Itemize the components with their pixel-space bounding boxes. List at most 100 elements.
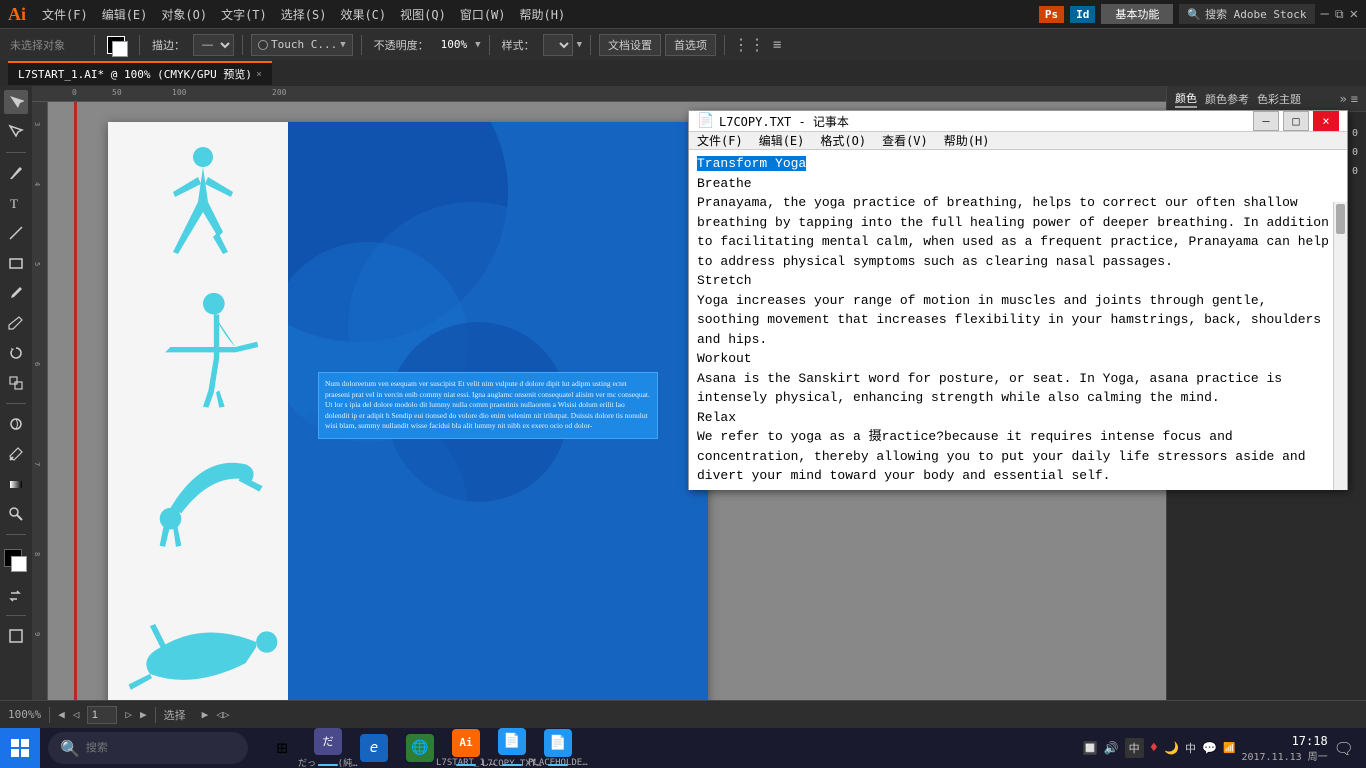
rectangle-tool[interactable] [4, 251, 28, 275]
eyedropper-tool[interactable] [4, 442, 28, 466]
menu-effect[interactable]: 效果(C) [334, 4, 392, 25]
page-input[interactable] [87, 706, 117, 724]
menu-text[interactable]: 文字(T) [215, 4, 273, 25]
pen-tool[interactable] [4, 161, 28, 185]
ruler-label-1: 50 [112, 88, 122, 97]
start-button[interactable] [0, 728, 40, 768]
basic-function-btn[interactable]: 基本功能 [1101, 4, 1173, 24]
line-tool[interactable] [4, 221, 28, 245]
background-color[interactable] [112, 41, 128, 57]
tool-sep2 [6, 403, 26, 404]
panel-menu-icon[interactable]: ≡ [1351, 92, 1358, 106]
tool-sep4 [6, 615, 26, 616]
notepad-menu-format[interactable]: 格式(O) [820, 132, 866, 149]
selection-tool[interactable] [4, 90, 28, 114]
paintbrush-tool[interactable] [4, 281, 28, 305]
style-select[interactable] [543, 34, 573, 56]
scrollbar-thumb[interactable] [1336, 204, 1345, 234]
taskbar-network-icon[interactable]: 🔲 [1083, 741, 1098, 755]
taskbar-app-japanese-ime[interactable]: だ だっ... (純語... [306, 728, 350, 768]
opacity-value[interactable]: 100% [437, 38, 472, 51]
menu-select[interactable]: 选择(S) [275, 4, 333, 25]
panel-color-tab[interactable]: 颜色 [1175, 90, 1197, 108]
scale-tool[interactable] [4, 371, 28, 395]
close-btn[interactable]: ✕ [1350, 6, 1358, 22]
panel-color-guide-tab[interactable]: 颜色参考 [1205, 91, 1249, 107]
touch-dropdown-icon[interactable]: ▼ [340, 40, 345, 50]
taskbar-wechat-icon[interactable]: 💬 [1202, 741, 1217, 755]
sep5 [489, 35, 490, 55]
bg-color-swatch[interactable] [11, 556, 27, 572]
taskbar-app-edge[interactable]: e [352, 728, 396, 768]
zoom-tool[interactable] [4, 502, 28, 526]
top-right-icons: Ps Id 基本功能 🔍 搜索 Adobe Stock – ⧉ ✕ [1039, 4, 1358, 24]
preferences-btn[interactable]: 首选项 [665, 34, 716, 56]
doc-settings-btn[interactable]: 文档设置 [599, 34, 661, 56]
notepad-scrollbar[interactable] [1333, 202, 1347, 490]
selection-indicator: 未选择对象 [6, 35, 86, 55]
menu-help[interactable]: 帮助(H) [514, 4, 572, 25]
search-stock[interactable]: 🔍 搜索 Adobe Stock [1179, 4, 1314, 24]
touch-indicator[interactable]: Touch C... ▼ [251, 34, 353, 56]
notepad-close-btn[interactable]: × [1313, 111, 1339, 131]
color-swatches[interactable] [103, 32, 131, 58]
menu-view[interactable]: 视图(Q) [394, 4, 452, 25]
gradient-tool[interactable] [4, 472, 28, 496]
more-options-icon[interactable]: ⋮⋮ [733, 35, 765, 54]
yoga-figure-4 [118, 582, 288, 702]
notepad-menu-help[interactable]: 帮助(H) [944, 132, 990, 149]
taskbar: 🔍 ⊞ だ だっ... (純語... e 🌐 [0, 728, 1366, 768]
taskbar-search[interactable]: 🔍 [48, 732, 248, 764]
windows-icon [10, 738, 30, 758]
status-bar: 100%% ◀ ◁ ▷ ▶ 选择 ▶ ◁▷ [0, 700, 1366, 728]
artboard-textbox[interactable]: Num doloreetum ven esequam ver suscipist… [318, 372, 658, 439]
taskbar-lang-icon[interactable]: 中 [1185, 740, 1196, 756]
panel-expand-icon[interactable]: » [1340, 92, 1347, 106]
edge-icon: e [360, 734, 388, 762]
notepad-content-div[interactable]: Transform Yoga Breathe Pranayama, the yo… [689, 150, 1347, 490]
yoga-figure-3 [118, 432, 288, 562]
style-dropdown[interactable]: ▼ [577, 40, 582, 50]
taskbar-virus-icon[interactable]: ♦ [1150, 740, 1158, 756]
taskbar-app-notepad2[interactable]: 📄 PLACEHOLDER.TX... [536, 728, 580, 768]
restore-btn[interactable]: ⧉ [1335, 7, 1344, 22]
stroke-select[interactable]: — [193, 34, 234, 56]
zoom-control[interactable]: 100%% [8, 708, 41, 721]
notepad-menu-file[interactable]: 文件(F) [697, 132, 743, 149]
options-icon[interactable]: ≡ [773, 37, 781, 53]
menu-window[interactable]: 窗口(W) [454, 4, 512, 25]
ime-indicator[interactable]: 中 [1125, 738, 1144, 758]
menu-file[interactable]: 文件(F) [36, 4, 94, 25]
taskbar-qq-icon[interactable]: 🌙 [1164, 741, 1179, 755]
notification-icon[interactable]: 🗨 [1334, 739, 1354, 758]
rotate-tool[interactable] [4, 341, 28, 365]
nav-prev-btn[interactable]: ◀ [58, 708, 65, 721]
notepad-menu-edit[interactable]: 编辑(E) [759, 132, 805, 149]
menu-object[interactable]: 对象(O) [155, 4, 213, 25]
tab-filename: L7START_1.AI* @ 100% (CMYK/GPU 预览) [18, 66, 252, 82]
notepad-menu-view[interactable]: 查看(V) [882, 132, 928, 149]
taskbar-search-input[interactable] [86, 742, 236, 754]
taskbar-volume-icon[interactable]: 🔊 [1104, 741, 1119, 755]
notepad-maximize-btn[interactable]: □ [1283, 111, 1309, 131]
nav-next2-btn[interactable]: ▷ [125, 708, 132, 721]
color-tools[interactable] [2, 547, 30, 575]
draw-mode-btn[interactable] [4, 624, 28, 648]
warp-tool[interactable] [4, 412, 28, 436]
taskbar-clock[interactable]: 17:18 2017.11.13 周一 [1241, 734, 1327, 763]
panel-color-theme-tab[interactable]: 色彩主题 [1257, 91, 1301, 107]
pencil-tool[interactable] [4, 311, 28, 335]
opacity-dropdown[interactable]: ▼ [475, 40, 480, 50]
minimize-btn[interactable]: – [1321, 6, 1329, 22]
notepad-minimize-btn[interactable]: — [1253, 111, 1279, 131]
active-tab[interactable]: L7START_1.AI* @ 100% (CMYK/GPU 预览) × [8, 61, 272, 85]
swap-colors-btn[interactable] [4, 583, 28, 607]
nav-prev2-btn[interactable]: ◁ [73, 708, 80, 721]
menu-edit[interactable]: 编辑(E) [96, 4, 154, 25]
nav-next-btn[interactable]: ▶ [140, 708, 147, 721]
vruler-5: 7 [33, 462, 41, 466]
direct-selection-tool[interactable] [4, 120, 28, 144]
type-tool[interactable]: T [4, 191, 28, 215]
artboard[interactable]: Num doloreetum ven esequam ver suscipist… [108, 122, 708, 740]
tab-close-btn[interactable]: × [256, 69, 262, 80]
